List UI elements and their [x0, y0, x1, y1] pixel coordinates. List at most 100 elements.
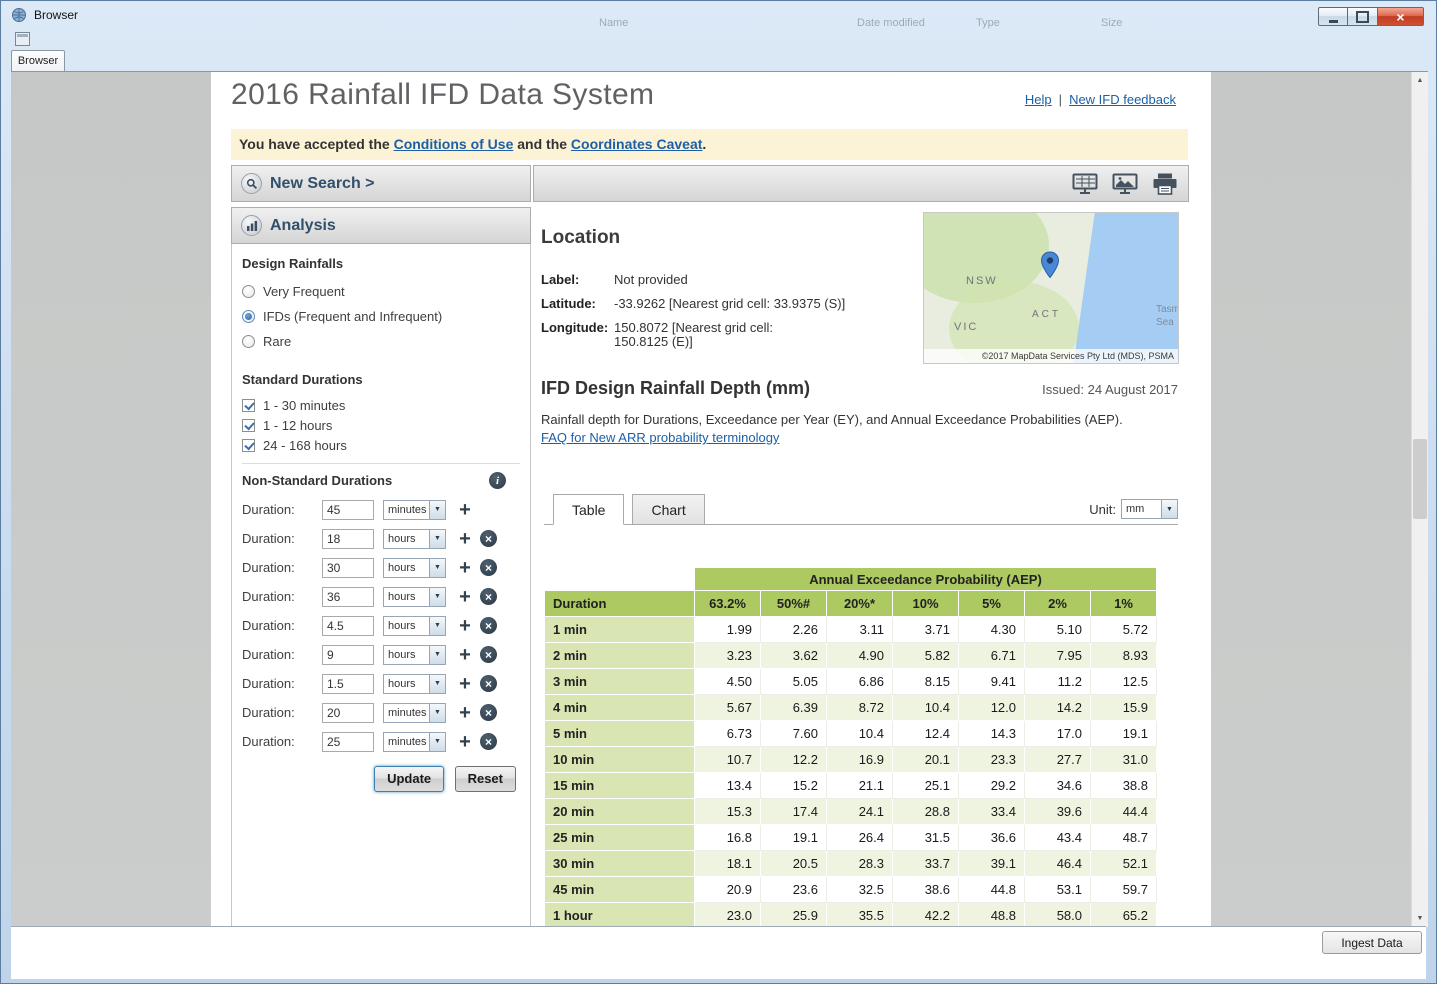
chevron-down-icon[interactable]: ▼	[429, 733, 445, 751]
duration-unit-select[interactable]: hours ▼	[383, 674, 446, 694]
chevron-down-icon[interactable]: ▼	[429, 530, 445, 548]
duration-unit-select[interactable]: minutes ▼	[383, 500, 446, 520]
window-menu-icon[interactable]	[15, 32, 30, 46]
remove-duration-icon[interactable]: ×	[480, 646, 497, 663]
checkbox-icon[interactable]	[242, 399, 255, 412]
chevron-down-icon[interactable]: ▼	[429, 588, 445, 606]
duration-value-input[interactable]	[322, 529, 374, 549]
tab-table[interactable]: Table	[553, 494, 624, 525]
remove-duration-icon[interactable]: ×	[480, 588, 497, 605]
ifd-heading-row: IFD Design Rainfall Depth (mm) Issued: 2…	[541, 378, 1178, 399]
minimize-button[interactable]	[1318, 7, 1348, 26]
chevron-down-icon[interactable]: ▼	[429, 646, 445, 664]
design-rainfall-option[interactable]: Very Frequent	[242, 279, 520, 304]
faq-link[interactable]: FAQ for New ARR probability terminology	[541, 430, 779, 445]
duration-value-input[interactable]	[322, 558, 374, 578]
duration-value-input[interactable]	[322, 703, 374, 723]
value-cell: 59.7	[1091, 877, 1157, 903]
radio-icon[interactable]	[242, 285, 255, 298]
ifd-table: Annual Exceedance Probability (AEP) Dura…	[544, 567, 1157, 927]
add-duration-icon[interactable]: +	[457, 560, 473, 576]
chevron-down-icon[interactable]: ▼	[429, 704, 445, 722]
standard-duration-option[interactable]: 1 - 12 hours	[242, 415, 520, 435]
design-rainfall-option[interactable]: IFDs (Frequent and Infrequent)	[242, 304, 520, 329]
maximize-icon	[1356, 11, 1369, 23]
chevron-down-icon[interactable]: ▼	[429, 559, 445, 577]
title-bar[interactable]: Browser Name Date modified Type Size ×	[1, 1, 1436, 29]
reset-button[interactable]: Reset	[455, 766, 516, 792]
add-duration-icon[interactable]: +	[457, 618, 473, 634]
duration-unit-select[interactable]: hours ▼	[383, 529, 446, 549]
value-cell: 5.72	[1091, 617, 1157, 643]
bottom-bar: Ingest Data	[11, 926, 1426, 979]
option-label: Very Frequent	[263, 284, 345, 299]
add-duration-icon[interactable]: +	[457, 502, 473, 518]
tab-browser[interactable]: Browser	[11, 50, 65, 71]
vertical-scrollbar[interactable]: ▲ ▼	[1411, 72, 1428, 927]
remove-duration-icon[interactable]: ×	[480, 617, 497, 634]
duration-unit-select[interactable]: hours ▼	[383, 558, 446, 578]
info-icon[interactable]: i	[489, 472, 506, 489]
update-button[interactable]: Update	[374, 766, 444, 792]
value-cell: 11.2	[1025, 669, 1091, 695]
new-search-header[interactable]: New Search >	[231, 165, 531, 202]
remove-duration-icon[interactable]: ×	[480, 559, 497, 576]
standard-duration-option[interactable]: 1 - 30 minutes	[242, 395, 520, 415]
duration-value-input[interactable]	[322, 645, 374, 665]
chevron-down-icon[interactable]: ▼	[429, 617, 445, 635]
duration-unit-select[interactable]: minutes ▼	[383, 703, 446, 723]
tab-chart[interactable]: Chart	[632, 494, 704, 525]
scroll-down-button[interactable]: ▼	[1412, 910, 1428, 927]
duration-unit-select[interactable]: hours ▼	[383, 645, 446, 665]
scroll-thumb[interactable]	[1413, 439, 1427, 519]
add-duration-icon[interactable]: +	[457, 647, 473, 663]
add-duration-icon[interactable]: +	[457, 676, 473, 692]
radio-icon[interactable]	[242, 335, 255, 348]
checkbox-icon[interactable]	[242, 439, 255, 452]
remove-duration-icon[interactable]: ×	[480, 530, 497, 547]
chevron-down-icon[interactable]: ▼	[429, 675, 445, 693]
duration-value-input[interactable]	[322, 674, 374, 694]
location-map[interactable]: NSW ACT VIC Tasman Sea ©2017 MapData Ser…	[923, 212, 1179, 364]
close-button[interactable]: ×	[1378, 7, 1424, 26]
checkbox-icon[interactable]	[242, 419, 255, 432]
maximize-button[interactable]	[1348, 7, 1378, 26]
duration-unit-select[interactable]: hours ▼	[383, 587, 446, 607]
duration-unit-select[interactable]: minutes ▼	[383, 732, 446, 752]
print-icon[interactable]	[1152, 173, 1178, 195]
export-image-icon[interactable]	[1112, 173, 1138, 195]
add-duration-icon[interactable]: +	[457, 589, 473, 605]
value-cell: 28.3	[827, 851, 893, 877]
value-cell: 25.9	[761, 903, 827, 928]
duration-unit-select[interactable]: hours ▼	[383, 616, 446, 636]
titlebar-ghost-column: Name	[599, 17, 628, 29]
standard-duration-option[interactable]: 24 - 168 hours	[242, 435, 520, 455]
design-rainfall-option[interactable]: Rare	[242, 329, 520, 354]
remove-duration-icon[interactable]: ×	[480, 704, 497, 721]
analysis-header[interactable]: Analysis	[231, 207, 531, 244]
conditions-of-use-link[interactable]: Conditions of Use	[394, 136, 514, 152]
ingest-data-button[interactable]: Ingest Data	[1322, 931, 1422, 954]
new-ifd-feedback-link[interactable]: New IFD feedback	[1069, 92, 1176, 107]
unit-select[interactable]: mm ▼	[1121, 499, 1178, 519]
add-duration-icon[interactable]: +	[457, 705, 473, 721]
duration-value-input[interactable]	[322, 587, 374, 607]
duration-row: Duration: hours ▼ + ×	[242, 582, 520, 611]
help-link[interactable]: Help	[1025, 92, 1052, 107]
remove-duration-icon[interactable]: ×	[480, 733, 497, 750]
export-table-icon[interactable]	[1072, 173, 1098, 195]
close-icon: ×	[1396, 9, 1404, 25]
radio-icon[interactable]	[242, 310, 255, 323]
duration-value-input[interactable]	[322, 732, 374, 752]
scroll-up-button[interactable]: ▲	[1412, 72, 1428, 89]
remove-duration-icon[interactable]: ×	[480, 675, 497, 692]
table-row: 15 min13.415.221.125.129.234.638.8	[545, 773, 1157, 799]
option-label: IFDs (Frequent and Infrequent)	[263, 309, 442, 324]
chevron-down-icon[interactable]: ▼	[429, 501, 445, 519]
add-duration-icon[interactable]: +	[457, 734, 473, 750]
add-duration-icon[interactable]: +	[457, 531, 473, 547]
chevron-down-icon[interactable]: ▼	[1161, 500, 1177, 518]
coordinates-caveat-link[interactable]: Coordinates Caveat	[571, 136, 702, 152]
duration-value-input[interactable]	[322, 500, 374, 520]
duration-value-input[interactable]	[322, 616, 374, 636]
